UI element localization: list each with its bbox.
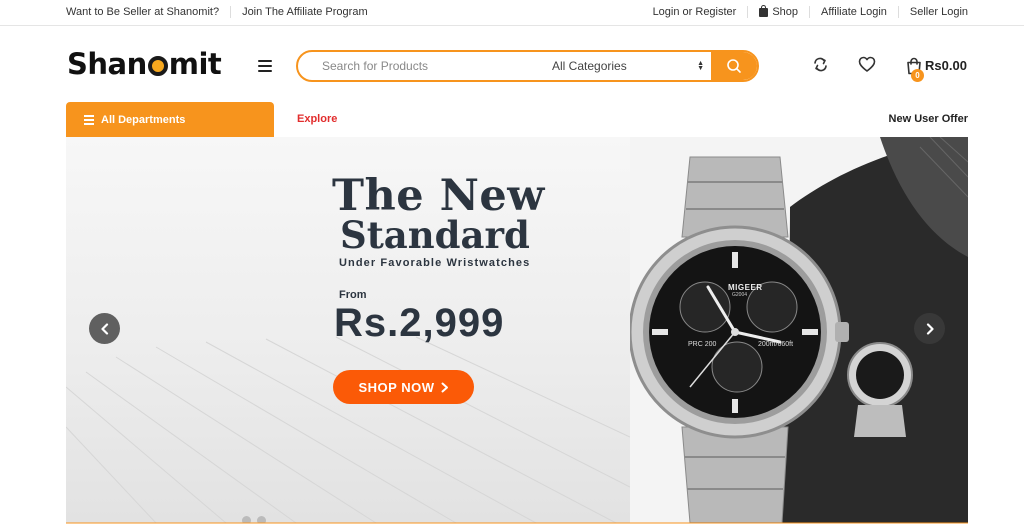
price-from-label: From [339, 289, 367, 301]
slider-prev-button[interactable] [89, 313, 120, 344]
affiliate-program-link[interactable]: Join The Affiliate Program [242, 6, 368, 18]
cart-total[interactable]: Rs0.00 [925, 58, 967, 73]
seller-login-link[interactable]: Seller Login [910, 6, 968, 18]
divider [66, 522, 968, 524]
category-select-value: All Categories [552, 59, 627, 73]
new-user-offer-link[interactable]: New User Offer [889, 113, 968, 125]
menu-toggle-icon[interactable] [258, 60, 272, 72]
top-bar: Want to Be Seller at Shanomit? Join The … [0, 0, 1024, 26]
affiliate-login-link[interactable]: Affiliate Login [821, 6, 887, 18]
banner-subheading: Under Favorable Wristwatches [339, 257, 531, 269]
top-bar-right: Login or Register Shop Affiliate Login S… [653, 4, 968, 18]
search-bar: All Categories ▲▼ [296, 50, 759, 82]
logo-o-mark [147, 56, 168, 76]
watch-prc: PRC 200 [688, 341, 717, 348]
search-icon [727, 59, 741, 73]
slider-next-button[interactable] [914, 313, 945, 344]
shop-link-label: Shop [772, 6, 799, 18]
explore-link[interactable]: Explore [297, 113, 337, 125]
shop-now-button[interactable]: SHOP NOW [333, 370, 474, 404]
shop-link[interactable]: Shop [759, 4, 799, 18]
shop-now-label: SHOP NOW [358, 379, 435, 395]
logo-text-end: mit [168, 47, 222, 81]
search-input[interactable] [298, 52, 538, 80]
wishlist-heart-icon[interactable] [858, 56, 876, 73]
watch-model: G2004 [732, 292, 748, 298]
login-register-link[interactable]: Login or Register [653, 6, 737, 18]
site-logo[interactable]: Shan mit [67, 47, 222, 81]
become-seller-link[interactable]: Want to Be Seller at Shanomit? [66, 6, 219, 18]
chevron-left-icon [100, 322, 108, 335]
all-departments-label: All Departments [101, 113, 186, 126]
divider [809, 6, 811, 18]
shopping-bag-icon [759, 4, 769, 17]
cart-count-badge: 0 [911, 69, 924, 82]
select-arrows-icon: ▲ ▼ [697, 60, 704, 72]
search-button[interactable] [711, 52, 757, 80]
watch-brand: MIGEER [728, 283, 763, 292]
watch-depth: 200m/660ft [758, 341, 794, 348]
chevron-right-icon [926, 322, 934, 335]
top-bar-left: Want to Be Seller at Shanomit? Join The … [66, 6, 368, 18]
hero-banner-slider: MIGEER G2004 PRC 200 200m/660ft The New … [66, 137, 968, 523]
all-departments-button[interactable]: All Departments [66, 102, 274, 137]
divider [747, 6, 749, 18]
compare-icon[interactable] [812, 56, 829, 73]
chevron-right-icon [441, 382, 448, 392]
category-select[interactable]: All Categories ▲ ▼ [552, 52, 712, 80]
divider [230, 6, 232, 18]
banner-price: Rs.2,999 [334, 301, 505, 345]
list-icon [84, 114, 94, 125]
logo-text-start: Shan [67, 47, 147, 81]
banner-headline-second: Standard [340, 213, 530, 257]
divider [897, 6, 899, 18]
